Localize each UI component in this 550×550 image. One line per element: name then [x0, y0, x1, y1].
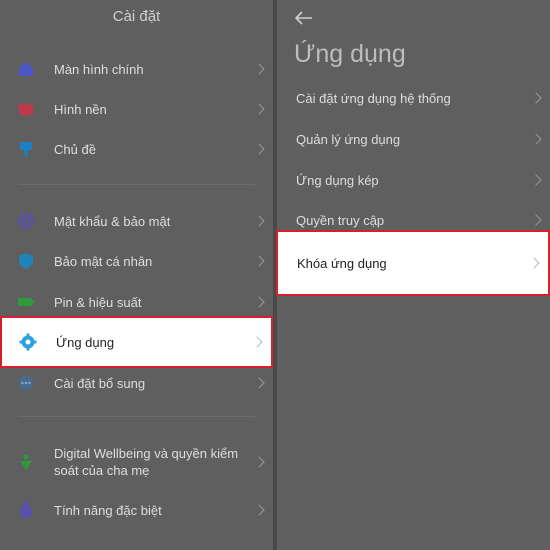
- chevron-right-icon: [253, 255, 265, 267]
- settings-panel: Cài đặt Màn hình chính Hình nền Chủ đề M…: [0, 0, 273, 550]
- chevron-right-icon: [253, 143, 265, 155]
- chevron-right-icon: [253, 103, 265, 115]
- settings-item-label: Bảo mật cá nhân: [54, 253, 153, 269]
- apps-item-label: Quản lý ứng dụng: [296, 131, 401, 147]
- chevron-right-icon: [253, 377, 265, 389]
- settings-item-battery[interactable]: Pin & hiệu suất: [0, 284, 273, 320]
- chevron-right-icon: [253, 296, 265, 308]
- apps-item-label: Ứng dụng kép: [296, 172, 379, 188]
- settings-item-label: Digital Wellbeing và quyền kiểm soát của…: [54, 446, 239, 478]
- gear-icon: [19, 333, 37, 351]
- page-title: Cài đặt: [112, 8, 161, 25]
- fingerprint-icon: [18, 213, 34, 229]
- settings-item-apps[interactable]: Ứng dụng: [0, 316, 273, 368]
- section-divider: [18, 416, 255, 417]
- settings-item-additional[interactable]: Cài đặt bổ sung: [0, 365, 273, 401]
- apps-item-label: Quyền truy cập: [296, 212, 385, 228]
- back-arrow-icon[interactable]: [294, 10, 314, 26]
- apps-item-app-lock[interactable]: Khóa ứng dụng: [276, 230, 550, 296]
- chevron-right-icon: [253, 215, 265, 227]
- settings-item-digital-wellbeing[interactable]: Digital Wellbeing và quyền kiểm soát của…: [0, 443, 273, 481]
- apps-item-dual-apps[interactable]: Ứng dụng kép: [277, 162, 550, 198]
- chevron-right-icon: [530, 214, 542, 226]
- settings-item-label: Chủ đề: [54, 141, 96, 157]
- chevron-right-icon: [251, 336, 263, 348]
- settings-item-privacy[interactable]: Bảo mật cá nhân: [0, 243, 273, 279]
- chevron-right-icon: [253, 456, 265, 468]
- settings-item-special-features[interactable]: Tính năng đặc biệt: [0, 492, 273, 528]
- settings-item-label: Hình nền: [54, 101, 107, 117]
- page-title: Ứng dụng: [294, 40, 406, 68]
- settings-item-label: Pin & hiệu suất: [54, 294, 142, 310]
- chevron-right-icon: [253, 63, 265, 75]
- settings-item-label: Cài đặt bổ sung: [54, 375, 146, 391]
- wellbeing-icon: [20, 454, 32, 470]
- chevron-right-icon: [528, 257, 540, 269]
- wallpaper-icon: [19, 103, 33, 116]
- chevron-right-icon: [530, 174, 542, 186]
- apps-item-system-app-settings[interactable]: Cài đặt ứng dụng hệ thống: [277, 80, 550, 116]
- settings-item-label: Ứng dụng: [56, 334, 115, 350]
- apps-item-label: Khóa ứng dụng: [297, 255, 387, 271]
- battery-icon: [18, 298, 34, 306]
- home-icon: [19, 62, 33, 76]
- more-dots-icon: [18, 375, 34, 391]
- special-features-icon: [20, 502, 32, 518]
- chevron-right-icon: [253, 504, 265, 516]
- settings-item-label: Mật khẩu & bảo mật: [54, 213, 171, 229]
- settings-item-theme[interactable]: Chủ đề: [0, 131, 273, 167]
- settings-item-wallpaper[interactable]: Hình nền: [0, 91, 273, 127]
- section-divider: [18, 184, 255, 185]
- settings-item-label: Màn hình chính: [54, 61, 144, 77]
- chevron-right-icon: [530, 92, 542, 104]
- theme-brush-icon: [20, 142, 32, 157]
- apps-item-manage-apps[interactable]: Quản lý ứng dụng: [277, 121, 550, 157]
- settings-item-home-screen[interactable]: Màn hình chính: [0, 51, 273, 87]
- apps-item-label: Cài đặt ứng dụng hệ thống: [296, 90, 451, 106]
- settings-item-label: Tính năng đặc biệt: [54, 502, 162, 518]
- privacy-shield-icon: [19, 253, 33, 269]
- chevron-right-icon: [530, 133, 542, 145]
- settings-item-password-security[interactable]: Mật khẩu & bảo mật: [0, 203, 273, 239]
